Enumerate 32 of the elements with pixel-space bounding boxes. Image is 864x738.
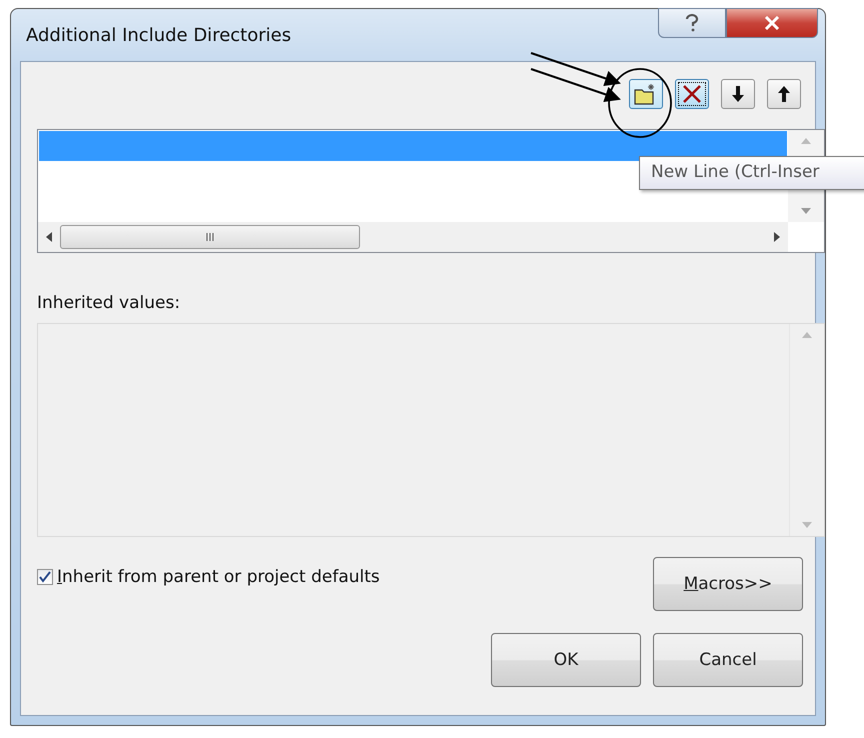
- down-arrow-icon: [731, 86, 745, 102]
- ok-button[interactable]: OK: [491, 633, 641, 687]
- delete-icon: [681, 83, 703, 105]
- move-down-button[interactable]: [721, 79, 755, 109]
- inherit-checkbox-label[interactable]: Inherit from parent or project defaults: [57, 567, 380, 587]
- highlight-circle: [608, 68, 672, 138]
- scroll-down-icon: [802, 522, 812, 528]
- close-icon: [764, 16, 780, 30]
- grip-icon: [206, 233, 214, 241]
- list-row[interactable]: [39, 131, 787, 161]
- directory-list[interactable]: [37, 129, 825, 253]
- window-title: Additional Include Directories: [25, 24, 292, 46]
- scroll-up-icon: [801, 138, 811, 144]
- scroll-thumb[interactable]: [60, 225, 360, 249]
- horizontal-scrollbar[interactable]: [38, 222, 788, 252]
- inherited-values-label: Inherited values:: [37, 293, 182, 313]
- new-line-button[interactable]: [629, 79, 663, 109]
- help-icon: [685, 14, 699, 32]
- scroll-left-icon: [46, 232, 52, 242]
- delete-button[interactable]: [675, 79, 709, 109]
- tooltip: New Line (Ctrl-Inser: [639, 156, 864, 190]
- scroll-up-icon: [802, 332, 812, 338]
- help-button[interactable]: [658, 8, 726, 38]
- move-up-button[interactable]: [767, 79, 801, 109]
- up-arrow-icon: [777, 86, 791, 102]
- scroll-down-icon: [801, 208, 811, 214]
- close-button[interactable]: [726, 8, 818, 38]
- cancel-button[interactable]: Cancel: [653, 633, 803, 687]
- scroll-right-icon: [774, 232, 780, 242]
- inherit-checkbox[interactable]: [37, 569, 53, 585]
- macros-button[interactable]: Macros>>: [653, 557, 803, 611]
- checkmark-icon: [39, 571, 51, 583]
